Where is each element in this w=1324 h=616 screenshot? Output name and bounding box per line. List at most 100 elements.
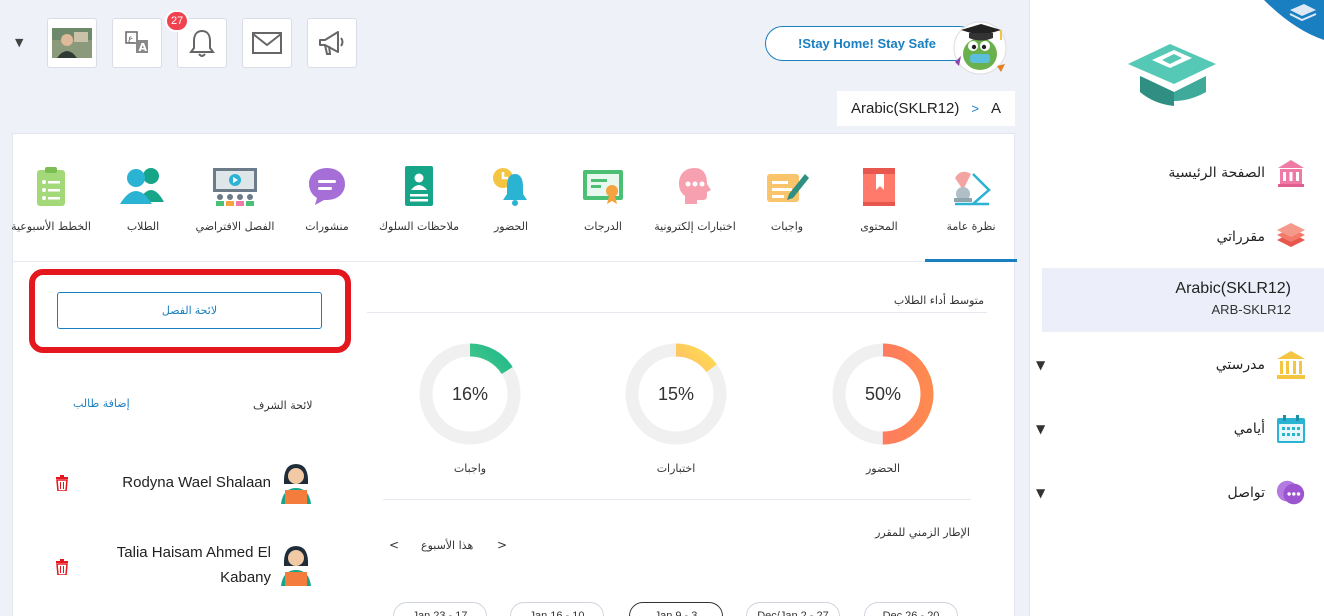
notification-count-badge: 27	[165, 10, 190, 32]
nav-contact[interactable]: ▼ تواصل	[1030, 470, 1324, 516]
grades-icon	[577, 160, 629, 212]
next-week-button[interactable]: >	[497, 538, 507, 552]
attendance-icon	[485, 160, 537, 212]
translate-icon: ع A	[125, 31, 148, 54]
language-button[interactable]: ع A	[112, 18, 162, 68]
weekly-plan-icon	[25, 160, 77, 212]
student-name-line2: Kabany	[220, 569, 271, 586]
quizzes-donut: 15%	[625, 343, 727, 445]
overview-icon	[945, 160, 997, 212]
breadcrumb-course[interactable]: Arabic(SKLR12)	[851, 100, 959, 117]
tab-students[interactable]: الطلاب	[97, 156, 189, 262]
student-row[interactable]: Talia Haisam Ahmed El Kabany	[13, 538, 353, 598]
course-timeline-title: الإطار الزمني للمقرر	[875, 526, 970, 539]
student-avatar-icon	[281, 464, 311, 504]
tab-virtual-class[interactable]: الفصل الافتراضي	[189, 156, 281, 262]
tab-weekly-plans[interactable]: الخطط الأسبوعية	[5, 156, 97, 262]
tab-attendance[interactable]: الحضور	[465, 156, 557, 262]
student-row[interactable]: Rodyna Wael Shalaan	[13, 456, 353, 516]
assignments-donut: 16%	[419, 343, 521, 445]
highlight-box	[29, 269, 351, 353]
this-week-label[interactable]: هذا الأسبوع	[421, 539, 473, 552]
caret-down-icon[interactable]: ▼	[1036, 486, 1045, 500]
tab-grades-label: الدرجات	[583, 220, 622, 233]
tab-virtual-class-label: الفصل الافتراضي	[195, 220, 275, 233]
nav-current-course[interactable]: Arabic(SKLR12) ARB-SKLR12	[1042, 268, 1324, 332]
stay-home-button[interactable]: !Stay Home! Stay Safe	[765, 26, 977, 61]
virtual-class-icon	[209, 160, 261, 212]
week-pill[interactable]: Jan 23 - 17	[393, 602, 487, 616]
nav-my-courses[interactable]: مقرراتي	[1030, 214, 1324, 260]
student-name: Talia Haisam Ahmed El Kabany	[117, 540, 271, 590]
profile-photo-icon	[52, 28, 92, 58]
students-icon	[117, 160, 169, 212]
book-icon	[853, 160, 905, 212]
student-name-line1: Talia Haisam Ahmed El	[116, 544, 271, 561]
breadcrumb-section[interactable]: A	[991, 100, 1001, 117]
profile-menu-caret-icon[interactable]: ▼	[15, 36, 23, 49]
nav-my-school-label: مدرستي	[1215, 357, 1265, 373]
week-pill[interactable]: Dec 26 - 20	[864, 602, 958, 616]
messages-button[interactable]	[242, 18, 292, 68]
assignments-value: 16%	[452, 384, 488, 404]
announcements-button[interactable]	[307, 18, 357, 68]
tab-behavior-notes[interactable]: ملاحظات السلوك	[373, 156, 465, 262]
nav-my-days[interactable]: ▼ أيامي	[1030, 406, 1324, 452]
divider	[383, 499, 971, 500]
course-tabs: نظرة عامة المحتوى واجبات اختبارات إلكترو…	[11, 134, 1017, 262]
trash-icon[interactable]	[55, 559, 69, 575]
week-pill[interactable]: Jan 16 - 10	[510, 602, 604, 616]
attendance-label: الحضور	[865, 462, 901, 475]
add-student-link[interactable]: إضافة طالب	[73, 397, 130, 410]
institution-icon	[1275, 349, 1307, 381]
svg-text:A: A	[139, 41, 148, 54]
previous-week-button[interactable]: <	[389, 538, 399, 552]
corner-logo-icon[interactable]	[1264, 0, 1324, 40]
quizzes-value: 15%	[658, 384, 694, 404]
tab-quizzes[interactable]: اختبارات إلكترونية	[649, 156, 741, 262]
school-building-icon	[1275, 157, 1307, 189]
tab-assignments-label: واجبات	[770, 220, 804, 233]
performance-title: متوسط أداء الطلاب	[893, 294, 984, 307]
attendance-value: 50%	[865, 384, 901, 404]
svg-text:ع: ع	[128, 34, 134, 44]
tab-weekly-plans-label: الخطط الأسبوعية	[11, 220, 91, 233]
caret-down-icon[interactable]: ▼	[1036, 422, 1045, 436]
breadcrumb: Arabic(SKLR12) > A	[837, 91, 1015, 126]
tab-content-label: المحتوى	[860, 220, 898, 233]
quizzes-label: اختبارات	[656, 462, 696, 475]
student-avatar-icon	[281, 546, 311, 586]
tab-overview-label: نظرة عامة	[946, 220, 996, 233]
stacked-books-icon	[1275, 221, 1307, 253]
school-logo-icon[interactable]	[1118, 36, 1226, 108]
tab-content[interactable]: المحتوى	[833, 156, 925, 262]
nav-my-school[interactable]: ▼ مدرستي	[1030, 342, 1324, 388]
posts-icon	[301, 160, 353, 212]
chat-bubbles-icon	[1275, 477, 1307, 509]
attendance-donut: 50%	[832, 343, 934, 445]
breadcrumb-separator: >	[971, 101, 979, 116]
behavior-icon	[393, 160, 445, 212]
nav-home[interactable]: الصفحة الرئيسية	[1030, 150, 1324, 196]
tab-posts-label: منشورات	[305, 220, 349, 233]
tab-behavior-notes-label: ملاحظات السلوك	[378, 220, 460, 233]
assignment-icon	[761, 160, 813, 212]
course-card: نظرة عامة المحتوى واجبات اختبارات إلكترو…	[11, 133, 1017, 616]
tab-assignments[interactable]: واجبات	[741, 156, 833, 262]
student-name: Rodyna Wael Shalaan	[122, 474, 271, 491]
caret-down-icon[interactable]: ▼	[1036, 358, 1045, 372]
divider	[367, 312, 987, 313]
current-course-code: ARB-SKLR12	[1211, 302, 1291, 317]
trash-icon[interactable]	[55, 475, 69, 491]
week-pill-selected[interactable]: Jan 9 - 3	[629, 602, 723, 616]
tab-posts[interactable]: منشورات	[281, 156, 373, 262]
honor-list-link[interactable]: لائحة الشرف	[253, 399, 313, 412]
tab-overview[interactable]: نظرة عامة	[925, 156, 1017, 262]
mascot-dinosaur-icon[interactable]	[947, 16, 1009, 76]
week-pill[interactable]: Dec/Jan 2 - 27	[746, 602, 840, 616]
nav-my-days-label: أيامي	[1233, 421, 1265, 437]
tab-quizzes-label: اختبارات إلكترونية	[654, 220, 736, 233]
profile-avatar-button[interactable]	[47, 18, 97, 68]
tab-grades[interactable]: الدرجات	[557, 156, 649, 262]
current-course-name: Arabic(SKLR12)	[1175, 280, 1291, 297]
